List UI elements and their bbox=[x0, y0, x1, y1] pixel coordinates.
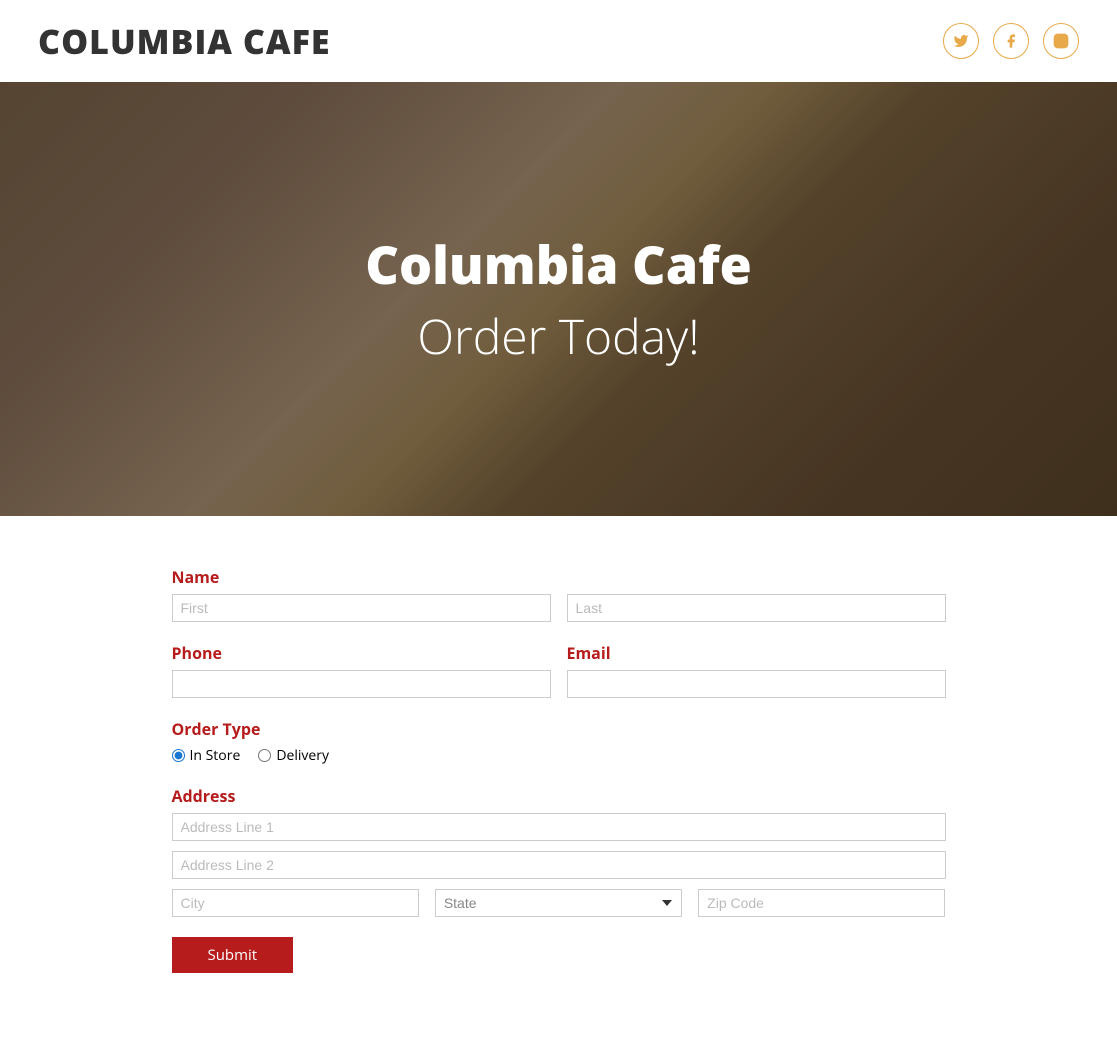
facebook-link[interactable] bbox=[993, 23, 1029, 59]
hero-title: Columbia Cafe bbox=[365, 229, 752, 300]
order-type-label: Order Type bbox=[172, 718, 946, 740]
last-name-input[interactable] bbox=[567, 594, 946, 622]
order-form: Name Phone Email Order Type In Store bbox=[164, 566, 954, 973]
zip-input[interactable] bbox=[698, 889, 945, 917]
email-label: Email bbox=[567, 642, 946, 664]
hero-banner: Columbia Cafe Order Today! bbox=[0, 82, 1117, 516]
radio-in-store-label[interactable]: In Store bbox=[172, 746, 241, 765]
header: COLUMBIA CAFE bbox=[0, 0, 1117, 82]
city-input[interactable] bbox=[172, 889, 419, 917]
address-line1-input[interactable] bbox=[172, 813, 946, 841]
submit-button[interactable]: Submit bbox=[172, 937, 294, 973]
facebook-icon bbox=[1003, 33, 1019, 49]
first-name-input[interactable] bbox=[172, 594, 551, 622]
twitter-link[interactable] bbox=[943, 23, 979, 59]
radio-in-store-text: In Store bbox=[190, 746, 241, 765]
order-type-radio-group: In Store Delivery bbox=[172, 746, 946, 765]
site-logo: COLUMBIA CAFE bbox=[38, 18, 331, 64]
state-select[interactable]: State bbox=[435, 889, 682, 917]
phone-input[interactable] bbox=[172, 670, 551, 698]
twitter-icon bbox=[953, 33, 969, 49]
address-label: Address bbox=[172, 785, 946, 807]
radio-in-store[interactable] bbox=[172, 749, 185, 762]
phone-label: Phone bbox=[172, 642, 551, 664]
name-label: Name bbox=[172, 566, 551, 588]
instagram-link[interactable] bbox=[1043, 23, 1079, 59]
radio-delivery-label[interactable]: Delivery bbox=[258, 746, 329, 765]
address-line2-input[interactable] bbox=[172, 851, 946, 879]
radio-delivery[interactable] bbox=[258, 749, 271, 762]
hero-subtitle: Order Today! bbox=[417, 304, 699, 369]
email-input[interactable] bbox=[567, 670, 946, 698]
radio-delivery-text: Delivery bbox=[276, 746, 329, 765]
instagram-icon bbox=[1053, 33, 1069, 49]
social-icons bbox=[943, 23, 1079, 59]
